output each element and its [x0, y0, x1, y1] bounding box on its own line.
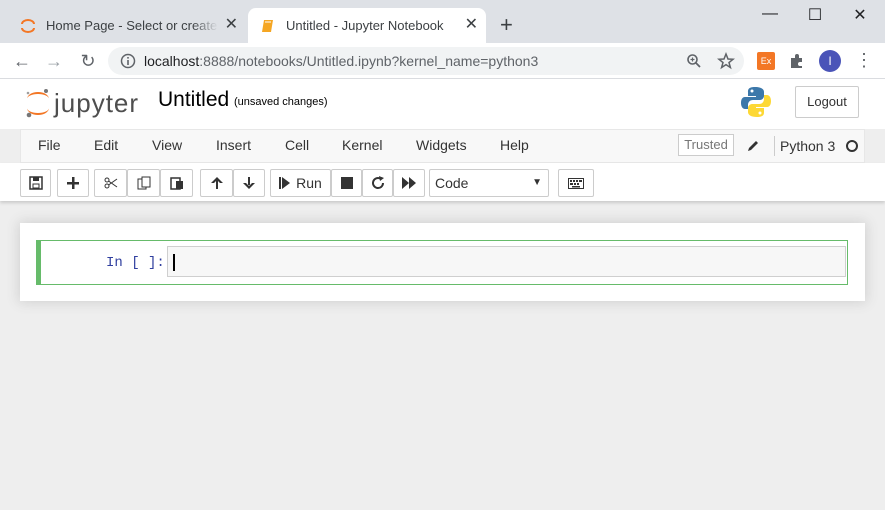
zoom-icon[interactable]	[686, 53, 702, 69]
kernel-name[interactable]: Python 3	[780, 138, 835, 154]
move-up-button[interactable]	[200, 169, 233, 197]
menu-kernel[interactable]: Kernel	[342, 137, 382, 153]
arrow-up-icon	[210, 177, 223, 189]
minimize-button[interactable]: —	[750, 5, 790, 29]
menu-insert[interactable]: Insert	[216, 137, 251, 153]
menu-view[interactable]: View	[152, 137, 182, 153]
bookmark-star-icon[interactable]	[717, 52, 735, 70]
trusted-indicator[interactable]: Trusted	[678, 134, 734, 156]
extensions-puzzle-icon[interactable]	[788, 52, 806, 70]
run-label: Run	[296, 175, 322, 191]
browser-toolbar: ← → ↻ localhost:8888/notebooks/Untitled.…	[0, 43, 885, 79]
tab-title: Untitled - Jupyter Notebook	[286, 18, 444, 33]
info-icon[interactable]	[120, 53, 136, 69]
kernel-idle-indicator-icon	[846, 140, 858, 152]
fast-forward-icon	[402, 177, 416, 189]
paste-button[interactable]	[160, 169, 193, 197]
logout-button[interactable]: Logout	[795, 86, 859, 118]
scissors-icon	[104, 177, 117, 189]
url-text: localhost:8888/notebooks/Untitled.ipynb?…	[144, 53, 538, 69]
move-down-button[interactable]	[233, 169, 265, 197]
url-host: localhost	[144, 53, 200, 69]
menu-widgets[interactable]: Widgets	[416, 137, 467, 153]
browser-menu-icon[interactable]: ⋮	[855, 50, 873, 70]
chevron-down-icon: ▼	[532, 177, 542, 188]
jupyter-header: jupyter Untitled (unsaved changes) Logou…	[0, 79, 885, 129]
jupyter-logo-icon[interactable]	[24, 87, 52, 119]
restart-run-all-button[interactable]	[393, 169, 425, 197]
tab-title: Home Page - Select or create a	[46, 18, 218, 33]
save-state: (unsaved changes)	[234, 96, 328, 108]
notebook-menubar: File Edit View Insert Cell Kernel Widget…	[20, 129, 865, 163]
close-tab-icon[interactable]: ✕	[465, 16, 478, 34]
arrow-down-icon	[243, 177, 255, 189]
paste-icon	[169, 177, 183, 190]
step-forward-icon	[279, 177, 291, 189]
cut-button[interactable]	[94, 169, 127, 197]
copy-button[interactable]	[127, 169, 160, 197]
menu-edit[interactable]: Edit	[94, 137, 118, 153]
interrupt-kernel-button[interactable]	[331, 169, 362, 197]
menu-help[interactable]: Help	[500, 137, 529, 153]
save-button[interactable]	[20, 169, 51, 197]
reload-icon[interactable]: ↻	[76, 49, 100, 73]
restart-icon	[371, 176, 384, 189]
new-tab-button[interactable]: +	[500, 14, 513, 36]
input-prompt: In [ ]:	[106, 255, 165, 271]
menu-cell[interactable]: Cell	[285, 137, 309, 153]
python-logo-icon	[741, 87, 771, 117]
tab-home-page[interactable]: Home Page - Select or create a ✕	[8, 8, 246, 43]
jupyter-logo-text[interactable]: jupyter	[54, 88, 139, 119]
keyboard-icon	[568, 177, 584, 189]
extension-ex-icon[interactable]: Ex	[757, 52, 775, 70]
run-button[interactable]: Run	[270, 169, 331, 197]
close-tab-icon[interactable]: ✕	[225, 16, 238, 34]
save-icon	[28, 176, 43, 190]
back-arrow-icon[interactable]: ←	[10, 49, 34, 73]
code-cell-selected[interactable]: In [ ]:	[36, 240, 848, 285]
cell-input-editor[interactable]	[167, 246, 846, 277]
cell-type-select[interactable]: Code ▼	[429, 169, 549, 197]
url-path: :8888/notebooks/Untitled.ipynb?kernel_na…	[199, 53, 539, 69]
profile-avatar[interactable]: I	[819, 50, 841, 72]
command-palette-button[interactable]	[558, 169, 594, 197]
cell-type-value: Code	[435, 175, 469, 191]
plus-icon	[67, 177, 79, 189]
pencil-icon[interactable]	[746, 139, 760, 153]
notebook-container: In [ ]:	[20, 223, 865, 301]
copy-icon	[137, 176, 150, 190]
browser-tabstrip: Home Page - Select or create a ✕ Untitle…	[0, 0, 885, 43]
window-close-button[interactable]: ✕	[840, 5, 880, 29]
tab-untitled-notebook[interactable]: Untitled - Jupyter Notebook ✕	[248, 8, 486, 43]
notebook-toolbar: Run Code ▼	[0, 163, 885, 201]
menu-file[interactable]: File	[38, 137, 61, 153]
stop-icon	[340, 177, 353, 189]
maximize-button[interactable]: ☐	[795, 5, 835, 29]
text-cursor	[173, 254, 175, 271]
jupyter-favicon-icon	[21, 18, 35, 33]
address-bar[interactable]: localhost:8888/notebooks/Untitled.ipynb?…	[108, 47, 744, 75]
forward-arrow-icon[interactable]: →	[42, 49, 66, 73]
restart-kernel-button[interactable]	[362, 169, 393, 197]
insert-cell-button[interactable]	[57, 169, 89, 197]
kernel-divider	[774, 136, 775, 156]
notebook-name[interactable]: Untitled	[158, 88, 229, 112]
notebook-favicon-icon	[262, 19, 273, 32]
